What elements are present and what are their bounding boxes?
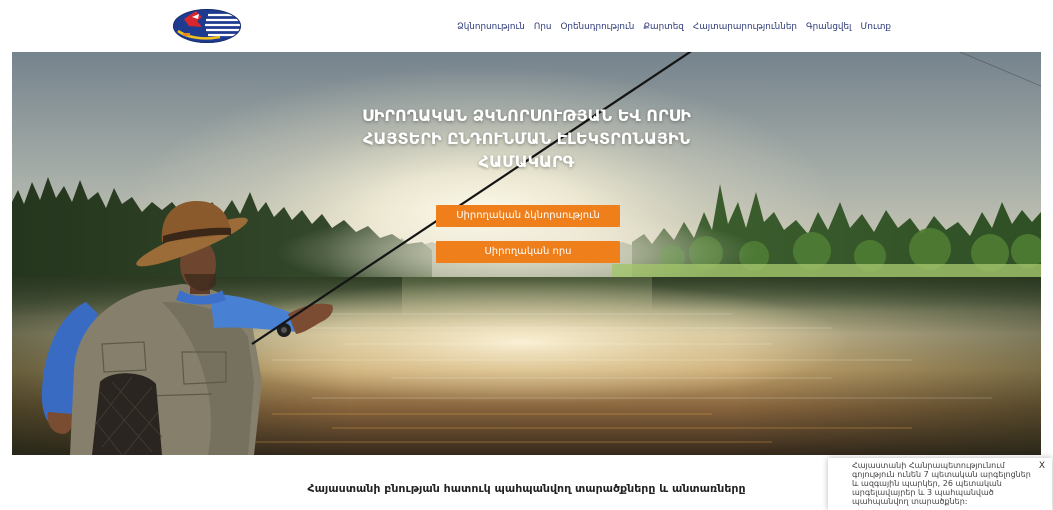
hero-title-line: ՍԻՐՈՂԱԿԱՆ ՁԿՆՈՐՍՈՒԹՅԱՆ ԵՎ ՈՐՍԻ (362, 106, 691, 125)
popup-text-line: գոյություն ունեն 7 պետական արգելոցներ (852, 470, 1031, 479)
popup-text-line: Հայաստանի Հանրապետությունում (852, 461, 1005, 470)
popup-close-button[interactable]: X (1039, 461, 1045, 472)
nav-item-fishing[interactable]: Ձկնորսություն (457, 21, 525, 33)
hunting-fishing-logo-icon (173, 9, 241, 43)
nav-item-login[interactable]: Մուտք (860, 21, 891, 33)
popup-text: Հայաստանի Հանրապետությունում գոյություն … (852, 461, 1031, 506)
amateur-hunting-button[interactable]: Սիրողական որս (436, 241, 620, 263)
popup-text-line: արգելավայրեր և 3 պահպանված (852, 488, 994, 497)
hero-title-line: ՀԱՄԱԿԱՐԳ (478, 152, 575, 171)
site-logo[interactable] (172, 8, 242, 44)
popup-text-line: և ազգային պարկեր, 26 պետական (852, 479, 1002, 488)
site-header: Ձկնորսություն Որս Օրենսդրություն Քարտեզ … (0, 0, 1053, 52)
nav-item-register[interactable]: Գրանցվել (806, 21, 851, 33)
hero-banner: ՍԻՐՈՂԱԿԱՆ ՁԿՆՈՐՍՈՒԹՅԱՆ ԵՎ ՈՐՍԻ ՀԱՅՏԵՐԻ Ը… (12, 52, 1041, 455)
nav-item-hunting[interactable]: Որս (534, 21, 552, 33)
nav-item-announcements[interactable]: Հայտարարություններ (693, 21, 797, 33)
main-nav: Ձկնորսություն Որս Օրենսդրություն Քարտեզ … (457, 21, 891, 33)
amateur-fishing-button[interactable]: Սիրողական ձկնորսություն (436, 205, 620, 227)
info-popup: Հայաստանի Հանրապետությունում գոյություն … (828, 458, 1052, 510)
nav-item-legislation[interactable]: Օրենսդրություն (560, 21, 634, 33)
nav-item-map[interactable]: Քարտեզ (643, 21, 684, 33)
hero-title: ՍԻՐՈՂԱԿԱՆ ՁԿՆՈՐՍՈՒԹՅԱՆ ԵՎ ՈՐՍԻ ՀԱՅՏԵՐԻ Ը… (12, 104, 1041, 173)
popup-text-line: պահպանվող տարածքներ: (852, 497, 968, 506)
hero-title-line: ՀԱՅՏԵՐԻ ԸՆԴՈՒՆՄԱՆ ԷԼԵԿՏՐՈՆԱՅԻՆ (362, 129, 691, 148)
